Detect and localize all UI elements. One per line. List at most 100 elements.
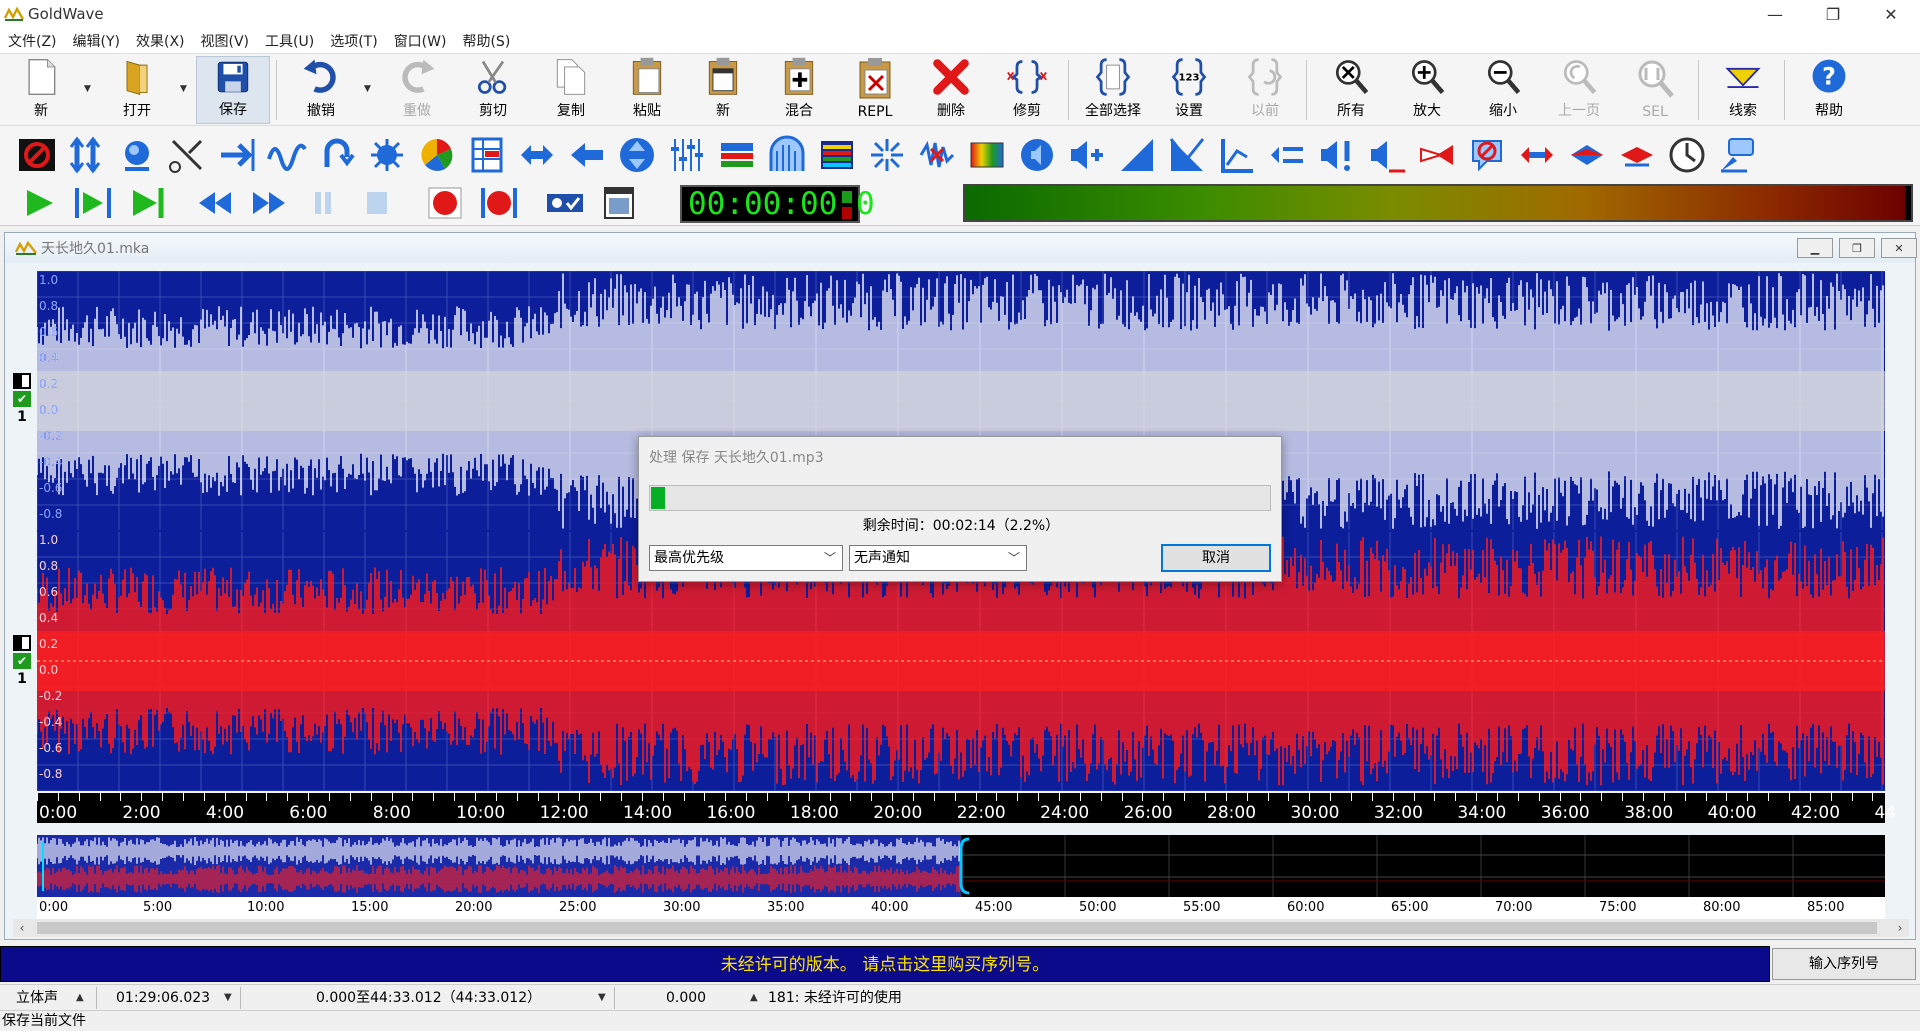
delete-button[interactable]: 删除 <box>914 56 988 124</box>
notification-select[interactable]: 无声通知 ﹀ <box>849 545 1027 571</box>
play-button[interactable] <box>16 183 62 223</box>
open-button[interactable]: 打开 <box>100 56 174 124</box>
horizontal-scrollbar[interactable]: ‹ › <box>13 919 1909 937</box>
sound-window-minimize-button[interactable]: ▁ <box>1797 238 1833 258</box>
device-controls-button[interactable] <box>542 183 588 223</box>
effect-wave-icon[interactable] <box>266 134 308 176</box>
undo-dropdown-arrow-icon[interactable]: ▼ <box>364 84 376 94</box>
effect-equalizer-icon[interactable] <box>666 134 708 176</box>
effect-burst-icon[interactable] <box>866 134 908 176</box>
effect-gradient-icon[interactable] <box>966 134 1008 176</box>
scroll-thumb[interactable] <box>37 922 1877 934</box>
position-dropdown-icon[interactable]: ▲ <box>750 985 758 1011</box>
scroll-left-icon[interactable]: ‹ <box>13 919 31 937</box>
effect-left-arrow-icon[interactable] <box>566 134 608 176</box>
effect-matcher-icon[interactable] <box>1216 134 1258 176</box>
new-button[interactable]: 新 <box>4 56 78 124</box>
time-ruler[interactable]: 0:00 2:00 4:00 6:00 8:00 10:00 12:00 14:00 16:00… <box>37 793 1896 823</box>
effect-mechanize-icon[interactable] <box>416 134 458 176</box>
effect-echo-icon[interactable] <box>316 134 358 176</box>
effect-offset-icon[interactable] <box>466 134 508 176</box>
redo-button[interactable]: 重做 <box>380 56 454 124</box>
paste-new-button[interactable]: 新 <box>686 56 760 124</box>
zoom-in-button[interactable]: 放大 <box>1390 56 1464 124</box>
channel-select-box[interactable] <box>13 635 31 651</box>
stop-button[interactable] <box>354 183 400 223</box>
selection-dropdown-icon[interactable]: ▼ <box>598 985 606 1011</box>
effect-voice-icon[interactable] <box>1716 134 1758 176</box>
effect-volume-up-icon[interactable] <box>1066 134 1108 176</box>
play-to-end-button[interactable] <box>124 183 170 223</box>
set-button[interactable]: 123 设置 <box>1152 56 1226 124</box>
effect-noise-reduction-icon[interactable] <box>1466 134 1508 176</box>
effect-speaker-icon[interactable] <box>1016 134 1058 176</box>
effect-fade-in-icon[interactable] <box>1116 134 1158 176</box>
prev-page-button[interactable]: 上一页 <box>1542 56 1616 124</box>
cut-button[interactable]: 剪切 <box>456 56 530 124</box>
overview-bar[interactable] <box>37 835 1885 897</box>
menu-view[interactable]: 视图(V) <box>193 31 258 51</box>
cancel-button[interactable]: 取消 <box>1161 544 1271 572</box>
effect-resample-icon[interactable] <box>1516 134 1558 176</box>
zoom-all-button[interactable]: 所有 <box>1314 56 1388 124</box>
cue-button[interactable]: 线索 <box>1706 56 1780 124</box>
unlicensed-banner[interactable]: 未经许可的版本。 请点击这里购买序列号。 <box>0 946 1770 982</box>
new-dropdown-arrow-icon[interactable]: ▼ <box>84 84 96 94</box>
effect-stretch-icon[interactable] <box>64 134 106 176</box>
select-all-button[interactable]: 全部选择 <box>1076 56 1150 124</box>
minimize-button[interactable]: — <box>1746 0 1804 28</box>
effect-expand-icon[interactable] <box>616 134 658 176</box>
effect-channel-icon[interactable] <box>716 134 758 176</box>
effect-filter-icon[interactable] <box>366 134 408 176</box>
effect-fade-out-icon[interactable] <box>1166 134 1208 176</box>
close-button[interactable]: ✕ <box>1862 0 1920 28</box>
effect-color-bars-icon[interactable] <box>816 134 858 176</box>
effect-doppler-icon[interactable] <box>116 134 158 176</box>
menu-window[interactable]: 窗口(W) <box>386 31 455 51</box>
enter-serial-button[interactable]: 输入序列号 <box>1772 948 1916 980</box>
effect-silence-icon[interactable] <box>16 134 58 176</box>
zoom-out-button[interactable]: 缩小 <box>1466 56 1540 124</box>
fast-forward-button[interactable] <box>246 183 292 223</box>
mix-button[interactable]: 混合 <box>762 56 836 124</box>
menu-file[interactable]: 文件(Z) <box>0 31 65 51</box>
sound-window-close-button[interactable]: ✕ <box>1881 238 1917 258</box>
channel-select-box[interactable] <box>13 373 31 389</box>
record-button[interactable] <box>422 183 468 223</box>
copy-button[interactable]: 复制 <box>534 56 608 124</box>
effect-playback-rate-icon[interactable] <box>1616 134 1658 176</box>
sound-window-restore-button[interactable]: ❐ <box>1839 238 1875 258</box>
effect-pan-icon[interactable] <box>1266 134 1308 176</box>
undo-button[interactable]: 撤销 <box>284 56 358 124</box>
length-dropdown-icon[interactable]: ▼ <box>224 985 232 1011</box>
effect-reverse-icon[interactable] <box>516 134 558 176</box>
right-channel-checkbox[interactable]: ✔ <box>13 653 31 669</box>
effect-crossfade-icon[interactable] <box>166 134 208 176</box>
menu-help[interactable]: 帮助(S) <box>454 31 518 51</box>
effect-spectrum-icon[interactable] <box>766 134 808 176</box>
menu-edit[interactable]: 编辑(Y) <box>65 31 128 51</box>
effect-invert-icon[interactable] <box>1416 134 1458 176</box>
paste-button[interactable]: 粘贴 <box>610 56 684 124</box>
channels-dropdown-icon[interactable]: ▲ <box>76 985 84 1011</box>
help-button[interactable]: ? 帮助 <box>1792 56 1866 124</box>
effect-time-warp-icon[interactable] <box>1666 134 1708 176</box>
window-layout-button[interactable] <box>596 183 642 223</box>
rewind-button[interactable] <box>192 183 238 223</box>
restore-button[interactable]: ❐ <box>1804 0 1862 28</box>
save-button[interactable]: 保存 <box>196 56 270 124</box>
zoom-selection-button[interactable]: SEL <box>1618 56 1692 124</box>
open-dropdown-arrow-icon[interactable]: ▼ <box>180 84 192 94</box>
effect-pitch-icon[interactable] <box>1566 134 1608 176</box>
previous-button[interactable]: 以前 <box>1228 56 1302 124</box>
pause-button[interactable] <box>300 183 346 223</box>
effect-insert-icon[interactable] <box>216 134 258 176</box>
left-channel-checkbox[interactable]: ✔ <box>13 391 31 407</box>
menu-tools[interactable]: 工具(U) <box>257 31 322 51</box>
effect-shape-volume-icon[interactable] <box>1366 134 1408 176</box>
menu-effects[interactable]: 效果(X) <box>128 31 193 51</box>
menu-options[interactable]: 选项(T) <box>322 31 385 51</box>
record-selection-button[interactable] <box>476 183 522 223</box>
effect-volume-alert-icon[interactable] <box>1316 134 1358 176</box>
scroll-right-icon[interactable]: › <box>1891 919 1909 937</box>
